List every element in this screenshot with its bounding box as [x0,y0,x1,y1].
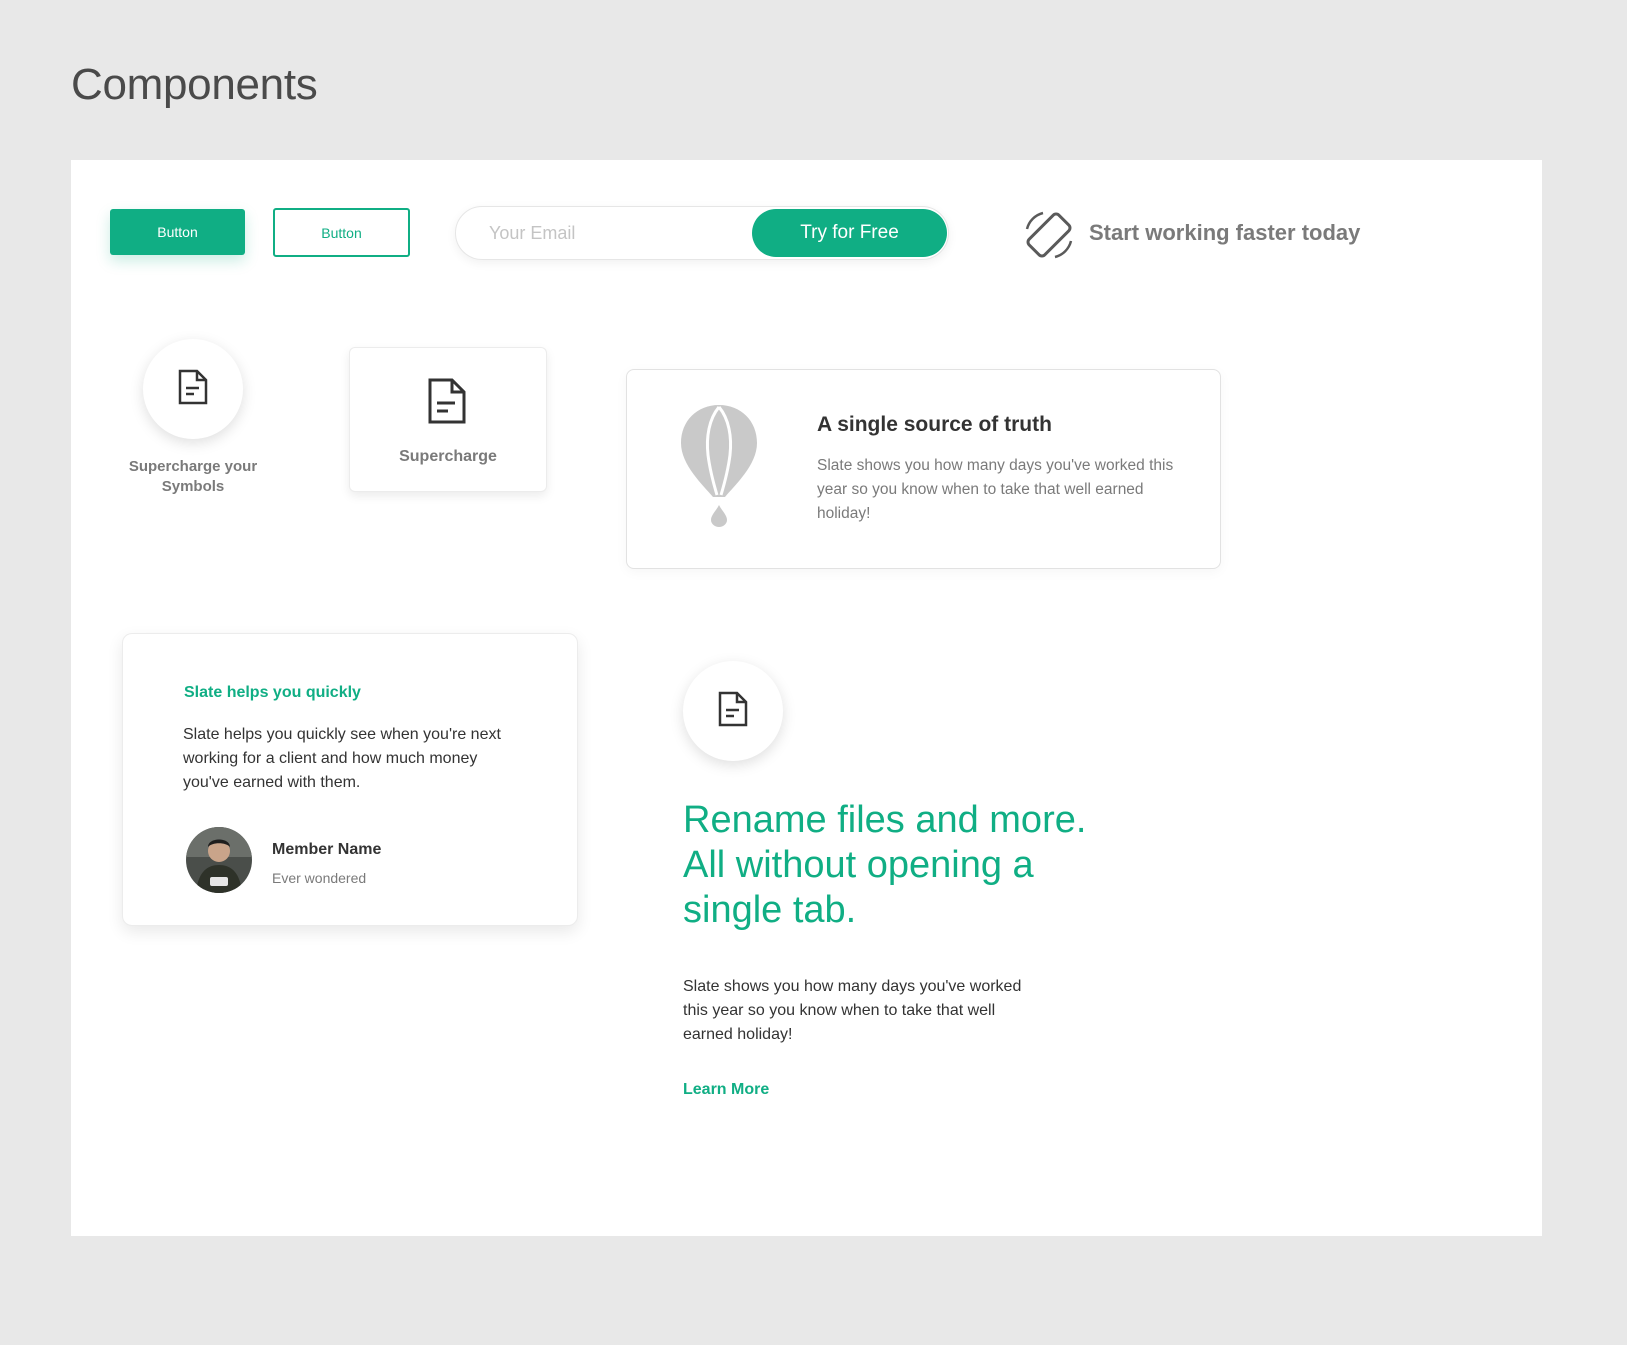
outline-button[interactable]: Button [273,208,410,257]
document-icon [427,377,467,430]
email-input[interactable] [457,208,747,258]
avatar [186,827,252,893]
try-for-free-button[interactable]: Try for Free [752,209,947,257]
tagline-text: Start working faster today [1089,220,1361,245]
components-panel: Button Button Try for Free Start working… [71,160,1542,1236]
feature-label: Supercharge your Symbols [128,458,258,495]
member-name: Member Name [272,841,382,858]
page-title: Components [71,60,318,109]
document-icon [717,690,749,733]
testimonial-heading: Slate helps you quickly [184,684,361,701]
learn-more-link[interactable]: Learn More [683,1081,769,1099]
screen-rotation-icon [1021,207,1077,263]
hot-air-balloon-icon [679,403,759,532]
email-signup-form: Try for Free [455,206,949,260]
info-card-body: Slate shows you how many days you've wor… [817,457,1174,522]
filled-button[interactable]: Button [110,209,245,255]
info-card: A single source of truth Slate shows you… [626,369,1221,569]
hero-heading: Rename files and more. All without openi… [683,799,1087,931]
hero-icon-circle [683,661,783,761]
feature-card-label: Supercharge [399,448,497,465]
hero-body: Slate shows you how many days you've wor… [683,978,1022,1043]
info-card-title: A single source of truth [817,413,1052,436]
feature-card[interactable]: Supercharge [349,347,547,492]
testimonial-body: Slate helps you quickly see when you're … [183,726,501,791]
feature-icon-circle [143,339,243,439]
document-icon [177,368,209,411]
testimonial-card: Slate helps you quickly Slate helps you … [122,633,578,926]
member-subtitle: Ever wondered [272,870,367,886]
